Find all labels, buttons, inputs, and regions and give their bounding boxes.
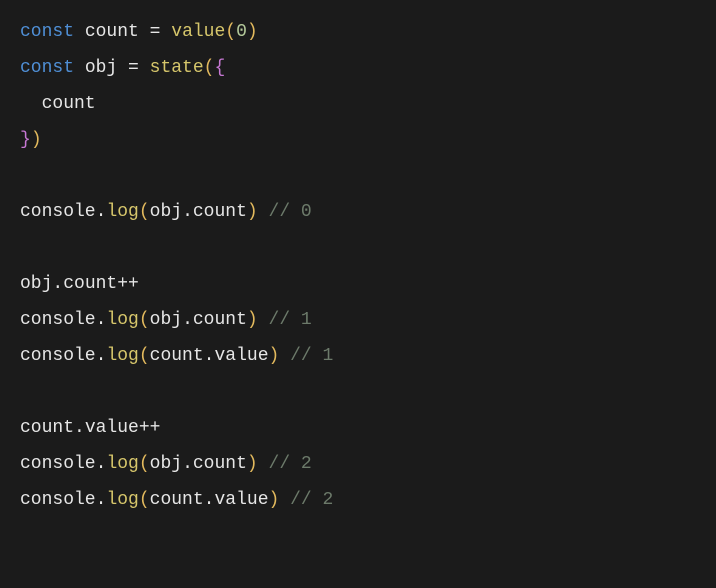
code-token: count — [193, 310, 247, 330]
code-token: ) — [31, 130, 42, 150]
code-token: . — [182, 202, 193, 222]
code-token: ( — [139, 310, 150, 330]
code-token — [258, 202, 269, 222]
code-token: } — [20, 130, 31, 150]
code-token: // 2 — [269, 454, 312, 474]
code-token: ++ — [117, 274, 139, 294]
code-token: log — [106, 454, 138, 474]
code-line: console.log(obj.count) // 0 — [20, 202, 312, 222]
code-line: count — [20, 94, 96, 114]
code-token: obj — [74, 58, 128, 78]
code-token — [279, 490, 290, 510]
code-token: obj — [150, 202, 182, 222]
code-token: log — [106, 346, 138, 366]
code-token: ( — [225, 22, 236, 42]
code-line: console.log(count.value) // 1 — [20, 346, 333, 366]
code-token: value — [214, 490, 268, 510]
code-token: . — [204, 346, 215, 366]
code-token: ) — [247, 310, 258, 330]
code-token — [258, 454, 269, 474]
code-token: . — [96, 454, 107, 474]
code-line: const count = value(0) — [20, 22, 258, 42]
code-token: . — [182, 310, 193, 330]
code-line: const obj = state({ — [20, 58, 225, 78]
code-token: count — [63, 274, 117, 294]
code-token: value — [85, 418, 139, 438]
code-token: count — [20, 418, 74, 438]
code-token: ( — [139, 490, 150, 510]
code-token: // 2 — [290, 490, 333, 510]
code-token: . — [96, 310, 107, 330]
code-token — [258, 310, 269, 330]
code-line: console.log(count.value) // 2 — [20, 490, 333, 510]
code-token: . — [96, 490, 107, 510]
code-token: obj — [150, 310, 182, 330]
code-token: ( — [139, 202, 150, 222]
code-token: count — [193, 202, 247, 222]
code-token: console — [20, 454, 96, 474]
code-token: ++ — [139, 418, 161, 438]
code-token: ) — [247, 22, 258, 42]
code-token: obj — [20, 274, 52, 294]
code-token: ( — [139, 346, 150, 366]
code-token: ( — [139, 454, 150, 474]
code-token: log — [106, 310, 138, 330]
code-token: // 1 — [290, 346, 333, 366]
code-block: const count = value(0) const obj = state… — [20, 14, 716, 518]
code-token — [279, 346, 290, 366]
code-token: 0 — [236, 22, 247, 42]
code-token: ( — [204, 58, 215, 78]
code-token: console — [20, 346, 96, 366]
code-token: count — [193, 454, 247, 474]
code-token: . — [96, 202, 107, 222]
code-line: console.log(obj.count) // 2 — [20, 454, 312, 474]
code-token: console — [20, 202, 96, 222]
code-token — [139, 58, 150, 78]
code-token: ) — [247, 454, 258, 474]
code-token: . — [96, 346, 107, 366]
code-token: count — [150, 346, 204, 366]
code-token: { — [214, 58, 225, 78]
code-token: log — [106, 202, 138, 222]
code-token: count — [150, 490, 204, 510]
code-token: . — [74, 418, 85, 438]
code-token: count — [20, 94, 96, 114]
code-token: state — [150, 58, 204, 78]
code-token: . — [52, 274, 63, 294]
code-token: ) — [247, 202, 258, 222]
code-line: }) — [20, 130, 42, 150]
code-token: value — [171, 22, 225, 42]
code-line: count.value++ — [20, 418, 160, 438]
code-token: ) — [269, 346, 280, 366]
code-token: . — [182, 454, 193, 474]
code-token: const — [20, 22, 74, 42]
code-token: = — [150, 22, 161, 42]
code-token: . — [204, 490, 215, 510]
code-token: // 1 — [269, 310, 312, 330]
code-line: console.log(obj.count) // 1 — [20, 310, 312, 330]
code-token: = — [128, 58, 139, 78]
code-token: log — [106, 490, 138, 510]
code-token: // 0 — [269, 202, 312, 222]
code-token: value — [214, 346, 268, 366]
code-token: console — [20, 310, 96, 330]
code-token: console — [20, 490, 96, 510]
code-token — [160, 22, 171, 42]
code-token: count — [74, 22, 150, 42]
code-token: const — [20, 58, 74, 78]
code-token: ) — [269, 490, 280, 510]
code-token: obj — [150, 454, 182, 474]
code-line: obj.count++ — [20, 274, 139, 294]
